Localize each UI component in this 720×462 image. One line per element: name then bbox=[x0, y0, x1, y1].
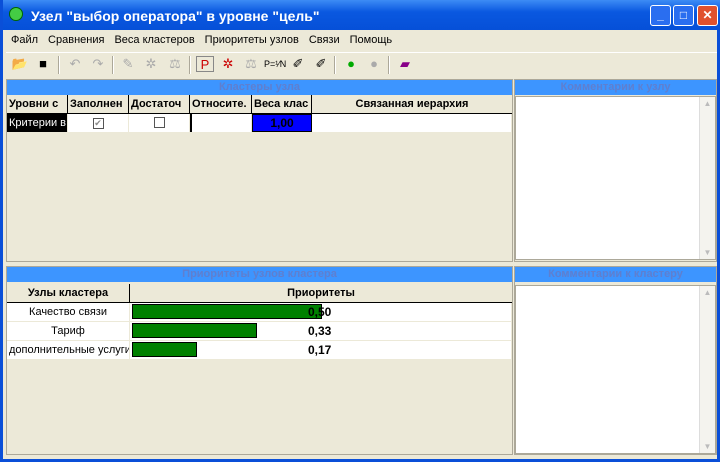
priority-bar bbox=[132, 323, 258, 338]
col-priorities[interactable]: Приоритеты bbox=[130, 284, 512, 302]
priority-bar bbox=[132, 342, 197, 357]
scales-p-icon[interactable]: ⚖ bbox=[242, 56, 260, 72]
save-icon[interactable]: ■ bbox=[34, 56, 52, 72]
node-comment-header: Комментарии к узлу bbox=[515, 80, 716, 95]
redo-icon[interactable]: ↷ bbox=[89, 56, 107, 72]
scrollbar[interactable]: ▲ ▼ bbox=[699, 97, 715, 259]
p-equals-1-n-icon[interactable]: P=¹⁄N bbox=[264, 56, 286, 72]
open-icon[interactable]: 📂 bbox=[11, 56, 29, 72]
wand-p-icon[interactable]: ✲ bbox=[219, 56, 237, 72]
node-comment-textarea[interactable]: ▲ ▼ bbox=[515, 96, 716, 260]
table-row[interactable]: Качество связи 0,50 bbox=[7, 303, 512, 322]
minimize-button[interactable]: _ bbox=[650, 5, 671, 26]
menu-bar: Файл Сравнения Веса кластеров Приоритеты… bbox=[6, 30, 397, 50]
priorities-columns: Узлы кластера Приоритеты bbox=[7, 284, 512, 303]
weight-cell[interactable]: 1,00 bbox=[252, 114, 312, 132]
filled-checkbox[interactable]: ✔ bbox=[92, 118, 104, 129]
priorities-header: Приоритеты узлов кластера bbox=[7, 267, 512, 282]
connect-icon[interactable]: ● bbox=[342, 56, 360, 72]
disconnect-icon[interactable]: ● bbox=[365, 56, 383, 72]
priority-cell[interactable]: 0,33 bbox=[130, 322, 512, 340]
clusters-panel: Кластеры узла Уровни с Заполнен Достаточ… bbox=[6, 79, 513, 262]
table-row[interactable]: Тариф 0,33 bbox=[7, 322, 512, 341]
priority-bar bbox=[132, 304, 322, 319]
scrollbar[interactable]: ▲ ▼ bbox=[699, 286, 715, 453]
menu-help[interactable]: Помощь bbox=[345, 30, 398, 50]
priority-value: 0,50 bbox=[308, 305, 332, 319]
cluster-comment-header: Комментарии к кластеру bbox=[515, 267, 716, 282]
hierarchy-cell[interactable] bbox=[312, 114, 512, 132]
priority-value: 0,33 bbox=[308, 324, 332, 338]
node-name: Качество связи bbox=[7, 303, 130, 321]
col-sufficient[interactable]: Достаточ bbox=[129, 95, 190, 113]
toolbar: 📂 ■ ↶ ↷ ✎ ✲ ⚖ P ✲ ⚖ P=¹⁄N ✐ ✐ ● ● ▰ bbox=[6, 52, 717, 76]
clusters-columns: Уровни с Заполнен Достаточ Относите. Вес… bbox=[7, 95, 512, 114]
col-filled[interactable]: Заполнен bbox=[68, 95, 129, 113]
eraser-multi-icon[interactable]: ✐ bbox=[312, 56, 330, 72]
table-row[interactable]: Критерии в ✔ 1,00 bbox=[7, 114, 512, 133]
col-hierarchy[interactable]: Связанная иерархия bbox=[312, 95, 512, 113]
eraser-icon[interactable]: ✐ bbox=[289, 56, 307, 72]
col-nodes[interactable]: Узлы кластера bbox=[7, 284, 130, 302]
relative-cell[interactable] bbox=[190, 114, 252, 132]
maximize-button[interactable]: □ bbox=[673, 5, 694, 26]
col-relative[interactable]: Относите. bbox=[190, 95, 252, 113]
table-row[interactable]: дополнительные услуги 0,17 bbox=[7, 341, 512, 360]
sufficient-checkbox[interactable] bbox=[153, 117, 165, 128]
menu-comparisons[interactable]: Сравнения bbox=[43, 30, 109, 50]
priority-value: 0,17 bbox=[308, 343, 332, 357]
menu-file[interactable]: Файл bbox=[6, 30, 43, 50]
main-window: Узел "выбор оператора" в уровне "цель" _… bbox=[0, 0, 720, 462]
menu-cluster-weights[interactable]: Веса кластеров bbox=[109, 30, 199, 50]
clusters-header: Кластеры узла bbox=[7, 80, 512, 95]
priority-cell[interactable]: 0,50 bbox=[130, 303, 512, 321]
level-cell[interactable]: Критерии в bbox=[7, 114, 68, 132]
priorities-panel: Приоритеты узлов кластера Узлы кластера … bbox=[6, 266, 513, 455]
app-icon bbox=[9, 7, 23, 21]
window-title: Узел "выбор оператора" в уровне "цель" bbox=[31, 8, 320, 24]
close-button[interactable]: ✕ bbox=[697, 5, 718, 26]
scales-w-icon[interactable]: ⚖ bbox=[166, 56, 184, 72]
help-book-icon[interactable]: ▰ bbox=[396, 56, 414, 72]
edit-icon[interactable]: ✎ bbox=[119, 56, 137, 72]
col-weights[interactable]: Веса клас bbox=[252, 95, 312, 113]
menu-links[interactable]: Связи bbox=[304, 30, 345, 50]
priority-edit-icon[interactable]: P bbox=[196, 56, 214, 72]
node-name: дополнительные услуги bbox=[7, 341, 130, 359]
cluster-comment-textarea[interactable]: ▲ ▼ bbox=[515, 285, 716, 454]
priority-cell[interactable]: 0,17 bbox=[130, 341, 512, 359]
undo-icon[interactable]: ↶ bbox=[66, 56, 84, 72]
col-levels[interactable]: Уровни с bbox=[7, 95, 68, 113]
cluster-comment-panel: Комментарии к кластеру ▲ ▼ bbox=[514, 266, 717, 455]
title-bar: Узел "выбор оператора" в уровне "цель" _… bbox=[3, 0, 720, 30]
node-name: Тариф bbox=[7, 322, 130, 340]
menu-node-priorities[interactable]: Приоритеты узлов bbox=[200, 30, 304, 50]
node-comment-panel: Комментарии к узлу ▲ ▼ bbox=[514, 79, 717, 262]
wand-w-icon[interactable]: ✲ bbox=[142, 56, 160, 72]
